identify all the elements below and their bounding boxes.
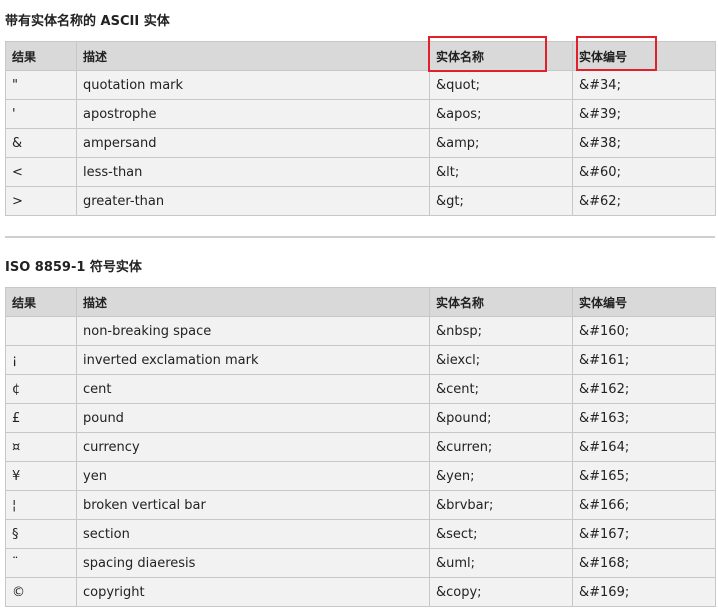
entity-number-cell: &#162;: [572, 374, 716, 404]
entity-name-cell: &amp;: [429, 128, 573, 158]
entity-name-cell: &yen;: [429, 461, 573, 491]
entity-number-cell: &#160;: [572, 316, 716, 346]
entity-number-cell: &#161;: [572, 345, 716, 375]
result-cell: [5, 316, 77, 346]
result-cell: ¢: [5, 374, 77, 404]
result-cell: ¨: [5, 548, 77, 578]
table-row: ¢ cent &cent; &#162;: [5, 374, 716, 404]
entity-number-cell: &#62;: [572, 186, 716, 216]
result-cell: §: [5, 519, 77, 549]
result-cell: <: [5, 157, 77, 187]
entity-number-cell: &#38;: [572, 128, 716, 158]
section-title-iso-8859-1: ISO 8859-1 符号实体: [5, 260, 142, 275]
table-row: ¥ yen &yen; &#165;: [5, 461, 716, 491]
result-cell: >: [5, 186, 77, 216]
description-cell: less-than: [76, 157, 430, 187]
entity-name-cell: &quot;: [429, 70, 573, 100]
description-cell: yen: [76, 461, 430, 491]
entity-number-cell: &#39;: [572, 99, 716, 129]
column-header-result: 结果: [5, 287, 77, 317]
column-header-entity-number: 实体编号: [572, 41, 716, 71]
entity-name-cell: &gt;: [429, 186, 573, 216]
table-row: > greater-than &gt; &#62;: [5, 186, 716, 216]
description-cell: copyright: [76, 577, 430, 607]
description-cell: apostrophe: [76, 99, 430, 129]
table-row: " quotation mark &quot; &#34;: [5, 70, 716, 100]
table-header-row: 结果 描述 实体名称 实体编号: [5, 287, 716, 317]
table-row: ¨ spacing diaeresis &uml; &#168;: [5, 548, 716, 578]
result-cell: ': [5, 99, 77, 129]
entity-number-cell: &#169;: [572, 577, 716, 607]
table-header-row: 结果 描述 实体名称 实体编号: [5, 41, 716, 71]
description-cell: broken vertical bar: [76, 490, 430, 520]
table-row: < less-than &lt; &#60;: [5, 157, 716, 187]
entity-name-cell: &lt;: [429, 157, 573, 187]
entity-name-cell: &curren;: [429, 432, 573, 462]
section-title-ascii: 带有实体名称的 ASCII 实体: [5, 14, 170, 29]
ascii-entities-table: 结果 描述 实体名称 实体编号 " quotation mark &quot; …: [5, 41, 716, 216]
entity-name-cell: &iexcl;: [429, 345, 573, 375]
entity-name-cell: &sect;: [429, 519, 573, 549]
table-row: ' apostrophe &apos; &#39;: [5, 99, 716, 129]
iso-symbol-entities-table: 结果 描述 实体名称 实体编号 non-breaking space &nbsp…: [5, 287, 716, 607]
description-cell: non-breaking space: [76, 316, 430, 346]
result-cell: £: [5, 403, 77, 433]
description-cell: pound: [76, 403, 430, 433]
description-cell: ampersand: [76, 128, 430, 158]
result-cell: ¥: [5, 461, 77, 491]
entity-number-cell: &#167;: [572, 519, 716, 549]
description-cell: greater-than: [76, 186, 430, 216]
entity-number-cell: &#168;: [572, 548, 716, 578]
entity-name-cell: &nbsp;: [429, 316, 573, 346]
entity-name-cell: &copy;: [429, 577, 573, 607]
column-header-description: 描述: [76, 41, 430, 71]
result-cell: ¦: [5, 490, 77, 520]
entity-name-cell: &uml;: [429, 548, 573, 578]
table-row: ¡ inverted exclamation mark &iexcl; &#16…: [5, 345, 716, 375]
column-header-entity-name: 实体名称: [429, 41, 573, 71]
entity-number-cell: &#164;: [572, 432, 716, 462]
table-row: ¦ broken vertical bar &brvbar; &#166;: [5, 490, 716, 520]
table-row: & ampersand &amp; &#38;: [5, 128, 716, 158]
entity-name-cell: &cent;: [429, 374, 573, 404]
table-row: ¤ currency &curren; &#164;: [5, 432, 716, 462]
description-cell: section: [76, 519, 430, 549]
entity-number-cell: &#165;: [572, 461, 716, 491]
entity-name-cell: &apos;: [429, 99, 573, 129]
description-cell: quotation mark: [76, 70, 430, 100]
column-header-result: 结果: [5, 41, 77, 71]
result-cell: ¡: [5, 345, 77, 375]
column-header-entity-name: 实体名称: [429, 287, 573, 317]
entity-number-cell: &#34;: [572, 70, 716, 100]
table-row: £ pound &pound; &#163;: [5, 403, 716, 433]
table-row: © copyright &copy; &#169;: [5, 577, 716, 607]
result-cell: ¤: [5, 432, 77, 462]
table-row: § section &sect; &#167;: [5, 519, 716, 549]
result-cell: &: [5, 128, 77, 158]
description-cell: inverted exclamation mark: [76, 345, 430, 375]
result-cell: ©: [5, 577, 77, 607]
table-row: non-breaking space &nbsp; &#160;: [5, 316, 716, 346]
entity-name-cell: &pound;: [429, 403, 573, 433]
column-header-description: 描述: [76, 287, 430, 317]
entity-number-cell: &#163;: [572, 403, 716, 433]
entity-name-cell: &brvbar;: [429, 490, 573, 520]
entity-number-cell: &#60;: [572, 157, 716, 187]
entity-number-cell: &#166;: [572, 490, 716, 520]
description-cell: cent: [76, 374, 430, 404]
section-divider: [5, 236, 715, 238]
result-cell: ": [5, 70, 77, 100]
description-cell: spacing diaeresis: [76, 548, 430, 578]
column-header-entity-number: 实体编号: [572, 287, 716, 317]
description-cell: currency: [76, 432, 430, 462]
